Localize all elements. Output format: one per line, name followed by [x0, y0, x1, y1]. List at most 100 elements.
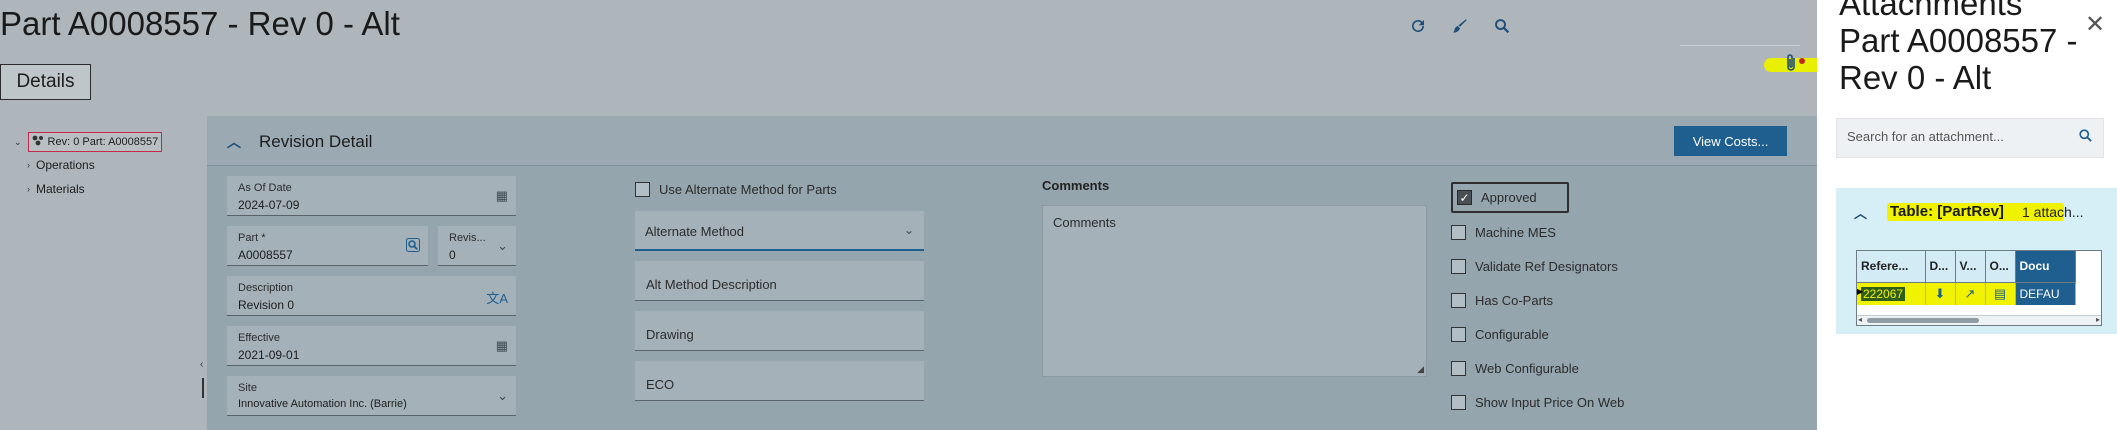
row-indicator-icon: ▶: [1857, 287, 1864, 296]
has-co-parts-checkbox[interactable]: Has Co-Parts: [1451, 293, 1553, 308]
notification-dot: [1799, 58, 1805, 64]
approved-checkbox[interactable]: ✓ Approved: [1451, 190, 1537, 205]
alt-method-description-field[interactable]: Alt Method Description: [635, 261, 924, 301]
refresh-icon[interactable]: [1406, 14, 1430, 38]
checkbox-box[interactable]: [1451, 225, 1466, 240]
chevron-down-icon[interactable]: ⌄: [14, 137, 22, 148]
effective-field[interactable]: Effective 2021-09-01 ▦: [227, 326, 516, 366]
part-search-icon[interactable]: [406, 238, 420, 255]
chevron-up-icon[interactable]: ︿: [227, 132, 241, 152]
chevron-down-icon[interactable]: ⌄: [904, 223, 914, 237]
chevron-right-icon[interactable]: ›: [27, 184, 30, 194]
checkbox-box[interactable]: [1451, 259, 1466, 274]
tree-node-label: Rev: 0 Part: A0008557: [47, 136, 159, 148]
scrollbar-thumb[interactable]: [1867, 318, 1979, 323]
field-label: Site: [238, 382, 257, 394]
attachment-search[interactable]: [1836, 118, 2104, 158]
column-header-document[interactable]: Docu: [2015, 251, 2076, 283]
scroll-left-icon[interactable]: ◂: [1858, 315, 1862, 324]
tree-node-label: Materials: [36, 182, 85, 196]
tree-node-operations[interactable]: › Operations: [27, 158, 95, 172]
comments-textarea[interactable]: Comments ◢: [1042, 205, 1427, 377]
drawing-field[interactable]: Drawing: [635, 311, 924, 351]
attachment-search-input[interactable]: [1847, 129, 2067, 144]
horizontal-scrollbar[interactable]: ◂ ▸: [1857, 315, 2101, 325]
column-header-open[interactable]: O...: [1985, 251, 2016, 283]
splitter-handle[interactable]: [202, 378, 204, 398]
checkbox-label: Show Input Price On Web: [1475, 395, 1625, 410]
calendar-icon[interactable]: ▦: [496, 338, 508, 354]
calendar-icon[interactable]: ▦: [496, 188, 508, 204]
column-header-view[interactable]: V...: [1955, 251, 1986, 283]
field-label: Description: [238, 282, 294, 294]
checkbox-label: Configurable: [1475, 327, 1549, 342]
show-input-price-checkbox[interactable]: Show Input Price On Web: [1451, 395, 1624, 410]
machine-mes-checkbox[interactable]: Machine MES: [1451, 225, 1556, 240]
checkbox-label: Web Configurable: [1475, 361, 1579, 376]
checkbox-box[interactable]: [1451, 395, 1466, 410]
tree-node-materials[interactable]: › Materials: [27, 182, 85, 196]
field-value: 2021-09-01: [238, 348, 300, 362]
column-header-reference[interactable]: Refere...: [1857, 251, 1926, 283]
checkbox-label: Approved: [1481, 190, 1537, 205]
chevron-right-icon[interactable]: ›: [27, 160, 30, 170]
as-of-date-field[interactable]: As Of Date 2024-07-09 ▦: [227, 176, 516, 216]
collapse-arrow-icon[interactable]: ‹: [200, 359, 203, 370]
external-link-icon[interactable]: ↗: [1955, 282, 1986, 305]
tree-panel: ⌄ Rev: 0 Part: A0008557 › Operations › M…: [0, 116, 207, 430]
field-value: Innovative Automation Inc. (Barrie): [238, 398, 407, 410]
web-configurable-checkbox[interactable]: Web Configurable: [1451, 361, 1579, 376]
field-value: Revision 0: [238, 298, 295, 312]
tab-details[interactable]: Details: [0, 64, 91, 100]
revision-detail-panel: ︿ Revision Detail View Costs... As Of Da…: [207, 116, 1817, 430]
resize-grip-icon[interactable]: ◢: [1417, 364, 1424, 375]
field-value: 0: [449, 248, 456, 262]
attachment-group-card: ︿ Table: [PartRev] 1 attach... Refere...…: [1836, 188, 2117, 334]
alternate-method-select[interactable]: Alternate Method ⌄: [635, 211, 924, 251]
scroll-right-icon[interactable]: ▸: [2096, 315, 2100, 324]
field-label: Alternate Method: [645, 224, 745, 239]
checkbox-box[interactable]: [1451, 361, 1466, 376]
configurable-checkbox[interactable]: Configurable: [1451, 327, 1549, 342]
checkbox-box[interactable]: [1451, 327, 1466, 342]
attachments-grid: Refere... D... V... O... Docu 222067 ⬇ ↗…: [1856, 250, 2102, 326]
checkbox-label: Validate Ref Designators: [1475, 259, 1618, 274]
checkbox-box[interactable]: [1451, 293, 1466, 308]
checkbox-box[interactable]: [635, 182, 650, 197]
chevron-up-icon[interactable]: ︿: [1854, 203, 1867, 222]
validate-ref-designators-checkbox[interactable]: Validate Ref Designators: [1451, 259, 1618, 274]
chevron-down-icon[interactable]: ⌄: [497, 238, 508, 254]
main-area: Part A0008557 - Rev 0 - Alt Details ⌄ Re…: [0, 0, 1834, 430]
header-toolbar: [1406, 14, 1540, 38]
view-costs-button[interactable]: View Costs...: [1674, 126, 1787, 156]
tree-node-revision[interactable]: ⌄ Rev: 0 Part: A0008557: [14, 132, 163, 152]
search-icon[interactable]: [2078, 128, 2093, 148]
part-field[interactable]: Part * A0008557: [227, 226, 428, 266]
column-header-download[interactable]: D...: [1925, 251, 1956, 283]
field-label: Revis...: [449, 232, 486, 244]
download-icon[interactable]: ⬇: [1925, 282, 1956, 305]
tree-node-label: Operations: [36, 158, 95, 172]
attachment-group-header[interactable]: ︿ Table: [PartRev] 1 attach...: [1836, 188, 2117, 238]
panel-header: ︿ Revision Detail View Costs...: [207, 116, 1817, 166]
table-row[interactable]: 222067 ⬇ ↗ ▤ DEFAU: [1857, 282, 2076, 305]
revision-node-icon: [32, 135, 44, 149]
document-cell[interactable]: DEFAU: [2015, 282, 2076, 305]
chevron-down-icon[interactable]: ⌄: [497, 388, 508, 404]
field-value: A0008557: [238, 248, 293, 262]
eco-field[interactable]: ECO: [635, 361, 924, 401]
translate-icon[interactable]: 文A: [486, 288, 508, 307]
attachments-pane: Attachments Part A0008557 - Rev 0 - Alt …: [1817, 0, 2117, 430]
field-label: Alt Method Description: [646, 277, 777, 292]
search-icon[interactable]: [1490, 14, 1514, 38]
page-title: Part A0008557 - Rev 0 - Alt: [0, 5, 400, 42]
checkbox-box[interactable]: ✓: [1457, 190, 1472, 205]
use-alternate-method-checkbox[interactable]: Use Alternate Method for Parts: [635, 182, 837, 197]
close-icon[interactable]: ✕: [2085, 10, 2105, 39]
brush-icon[interactable]: [1448, 14, 1472, 38]
site-select[interactable]: Site Innovative Automation Inc. (Barrie)…: [227, 376, 516, 416]
reference-cell[interactable]: 222067: [1857, 282, 1926, 305]
open-file-icon[interactable]: ▤: [1985, 282, 2016, 305]
description-field[interactable]: Description Revision 0 文A: [227, 276, 516, 316]
revision-select[interactable]: Revis... 0 ⌄: [438, 226, 516, 266]
